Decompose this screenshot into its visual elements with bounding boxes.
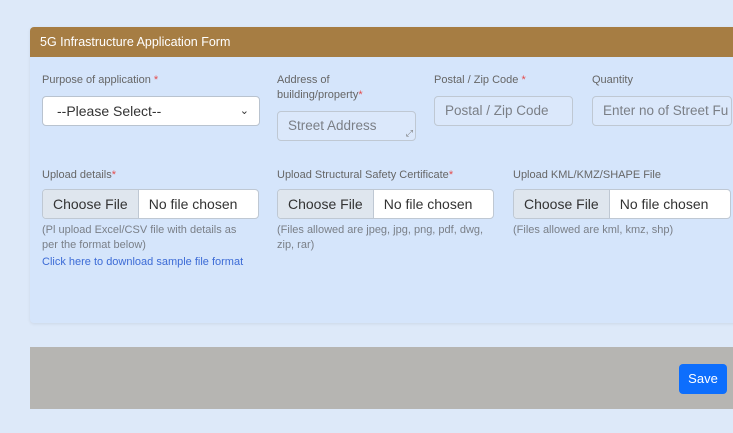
resize-handle-icon[interactable]: ⤢ [406,129,413,138]
choose-file-button[interactable]: Choose File [43,190,139,218]
required-mark: * [448,169,454,181]
download-sample-link[interactable]: Click here to download sample file forma… [42,255,243,270]
chevron-down-icon: ⌄ [239,105,249,117]
safety-cert-label: Upload Structural Safety Certificate* [277,169,454,181]
postal-code-input[interactable]: Postal / Zip Code [434,96,573,126]
safety-cert-file-input[interactable]: Choose File No file chosen [277,189,494,219]
kml-help: (Files allowed are kml, kmz, shp) [513,224,674,236]
postal-label: Postal / Zip Code * [434,74,526,86]
file-name: No file chosen [148,196,238,212]
required-mark: * [358,89,363,101]
file-name: No file chosen [383,196,473,212]
purpose-label: Purpose of application * [42,74,159,86]
quantity-label: Quantity [592,74,633,86]
quantity-input[interactable]: Enter no of Street Fu [592,96,732,126]
form-title: 5G Infrastructure Application Form [30,27,733,57]
form-footer: Save [30,347,733,409]
address-label: Address of building/property* [277,74,363,101]
purpose-select-value: --Please Select-- [57,103,162,119]
save-button[interactable]: Save [679,364,727,394]
required-mark: * [153,74,159,86]
upload-details-file-input[interactable]: Choose File No file chosen [42,189,259,219]
kml-label: Upload KML/KMZ/SHAPE File [513,169,661,181]
application-form-card: 5G Infrastructure Application Form Purpo… [30,27,733,323]
file-name: No file chosen [619,196,709,212]
street-address-textarea[interactable]: Street Address ⤢ [277,111,416,141]
quantity-placeholder: Enter no of Street Fu [603,103,729,118]
purpose-select[interactable]: --Please Select-- ⌄ [42,96,260,126]
postal-code-placeholder: Postal / Zip Code [445,103,549,118]
choose-file-button[interactable]: Choose File [278,190,374,218]
required-mark: * [111,169,116,181]
choose-file-button[interactable]: Choose File [514,190,610,218]
street-address-placeholder: Street Address [288,118,377,133]
upload-details-label: Upload details* [42,169,116,181]
kml-file-input[interactable]: Choose File No file chosen [513,189,731,219]
safety-cert-help: (Files allowed are jpeg, jpg, png, pdf, … [277,224,484,251]
required-mark: * [521,74,526,86]
upload-details-help: (Pl upload Excel/CSV file with details a… [42,224,237,251]
